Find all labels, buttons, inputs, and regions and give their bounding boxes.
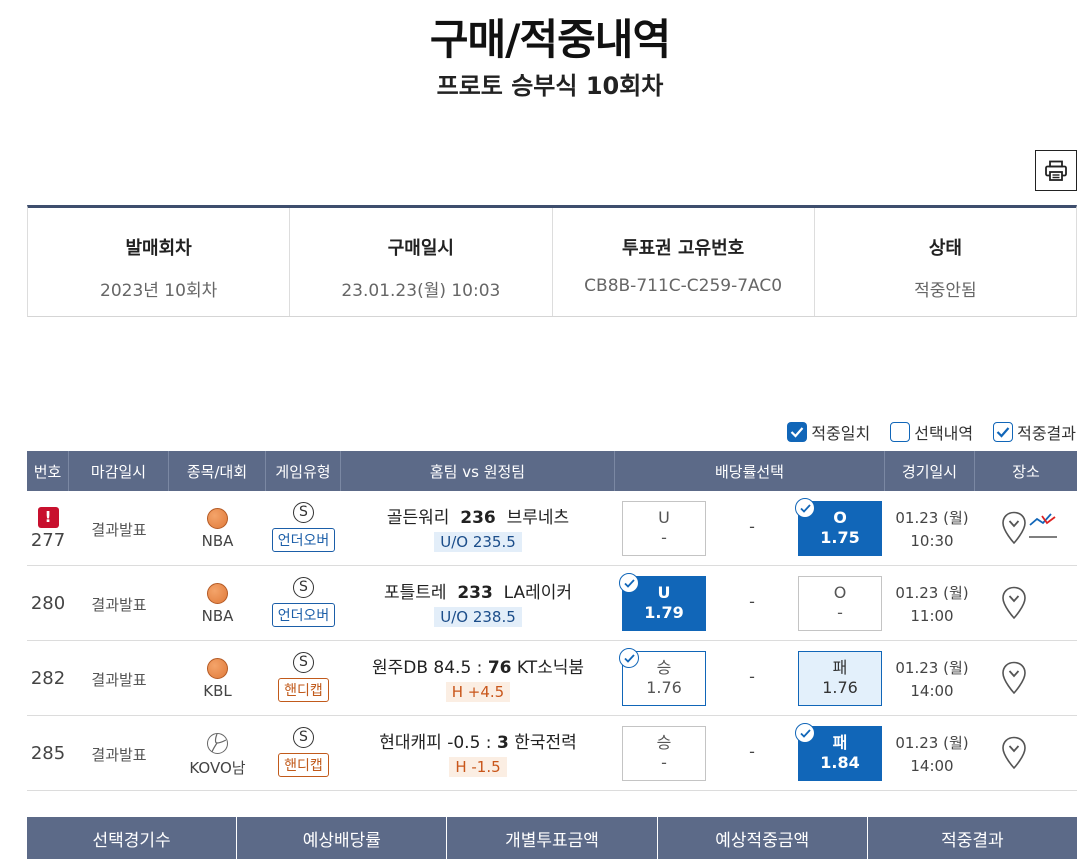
- game-date: 01.23 (월): [895, 509, 969, 527]
- line-badge: U/O 235.5: [434, 532, 522, 552]
- league: NBA: [201, 607, 234, 625]
- checkbox-checked-icon[interactable]: [787, 422, 808, 442]
- game-s-icon: S: [293, 577, 314, 598]
- filter-hit-result[interactable]: 적중결과: [993, 420, 1076, 444]
- game-s-icon: S: [293, 727, 314, 748]
- odds-option-under[interactable]: U -: [622, 501, 706, 556]
- location-pin-icon[interactable]: [1001, 511, 1027, 545]
- selected-check-icon: [795, 723, 815, 743]
- checkbox-unchecked-icon[interactable]: [890, 422, 911, 442]
- purchase-summary: 발매회차 2023년 10회차 구매일시 23.01.23(월) 10:03 투…: [27, 205, 1077, 317]
- page-subtitle: 프로토 승부식 10회차: [436, 72, 664, 100]
- game-type-badge: 언더오버: [271, 528, 336, 552]
- match: 골든워리 236 브루네츠: [386, 508, 570, 528]
- match: 포틀트레 233 LA레이커: [383, 583, 573, 603]
- col-selected-count: 선택경기수: [27, 817, 238, 859]
- location-pin-icon[interactable]: [1001, 586, 1027, 620]
- result-summary-header: 선택경기수 예상배당률 개별투표금액 예상적중금액 적중결과: [27, 817, 1077, 859]
- basketball-icon: [207, 658, 228, 679]
- selected-check-icon: [619, 573, 639, 593]
- game-s-icon: S: [293, 502, 314, 523]
- location-pin-icon[interactable]: [1001, 661, 1027, 695]
- summary-status: 상태 적중안됨: [914, 238, 977, 301]
- game-type-badge: 핸디캡: [278, 678, 329, 702]
- odds-option-win[interactable]: 승 1.76: [619, 648, 706, 706]
- match: 원주DB 84.5 : 76 KT소닉붐: [371, 658, 585, 678]
- col-number: 번호: [27, 451, 69, 491]
- col-bet-amount: 개별투표금액: [447, 817, 658, 859]
- odds-draw: -: [749, 667, 755, 686]
- deadline: 결과발표: [91, 746, 147, 764]
- odds-draw: -: [749, 517, 755, 536]
- summary-ticket-id: 투표권 고유번호 CB8B-711C-C259-7AC0: [553, 208, 815, 316]
- trend-chart-icon[interactable]: [1028, 511, 1058, 541]
- league: KBL: [203, 682, 232, 700]
- summary-round: 발매회차 2023년 10회차: [28, 208, 291, 316]
- filter-group: 적중일치 선택내역 적중결과: [787, 420, 1076, 444]
- league: KOVO남: [189, 759, 246, 777]
- deadline: 결과발표: [91, 596, 147, 614]
- table-row[interactable]: 280 결과발표 NBA S 언더오버 포틀트레 233 LA레이커 U/O 2…: [27, 566, 1077, 641]
- col-expected-payout: 예상적중금액: [658, 817, 868, 859]
- game-time: 14:00: [910, 757, 954, 775]
- game-number: 285: [30, 743, 66, 764]
- checkbox-outline-checked-icon[interactable]: [993, 422, 1014, 442]
- game-number: 282: [30, 668, 66, 689]
- table-row[interactable]: 285 결과발표 KOVO남 S 핸디캡 현대캐피 -0.5 : 3 한국전력 …: [27, 716, 1077, 791]
- odds-draw: -: [749, 592, 755, 611]
- game-time: 11:00: [910, 607, 954, 625]
- odds-option-over[interactable]: O -: [798, 576, 882, 631]
- game-type-badge: 핸디캡: [278, 753, 329, 777]
- odds-option-win[interactable]: 승 -: [622, 726, 706, 781]
- col-game-date: 경기일시: [885, 451, 975, 491]
- warning-icon: !: [37, 507, 59, 528]
- printer-icon: [1045, 160, 1067, 181]
- col-sport: 종목/대회: [169, 451, 266, 491]
- line-badge: U/O 238.5: [434, 607, 522, 627]
- col-game-type: 게임유형: [266, 451, 341, 491]
- basketball-icon: [207, 583, 228, 604]
- game-date: 01.23 (월): [895, 734, 969, 752]
- league: NBA: [201, 532, 234, 550]
- game-time: 14:00: [910, 682, 954, 700]
- filter-hit-match[interactable]: 적중일치: [787, 420, 870, 444]
- selected-check-icon: [619, 648, 639, 668]
- volleyball-icon: [207, 733, 228, 754]
- col-venue: 장소: [1012, 462, 1040, 481]
- summary-purchase-date: 구매일시 23.01.23(월) 10:03: [290, 208, 553, 316]
- table-row[interactable]: 282 결과발표 KBL S 핸디캡 원주DB 84.5 : 76 KT소닉붐 …: [27, 641, 1077, 716]
- location-pin-icon[interactable]: [1001, 736, 1027, 770]
- line-badge: H -1.5: [449, 757, 507, 777]
- col-odds: 배당률선택: [615, 451, 885, 491]
- page-title: 구매/적중내역: [429, 15, 671, 64]
- deadline: 결과발표: [91, 521, 147, 539]
- selected-check-icon: [795, 498, 815, 518]
- odds-option-over[interactable]: O 1.75: [795, 498, 882, 556]
- odds-option-loss[interactable]: 패 1.84: [795, 723, 882, 781]
- line-badge: H +4.5: [445, 682, 511, 702]
- game-number: 277: [30, 530, 66, 551]
- print-button[interactable]: [1035, 150, 1077, 191]
- game-type-badge: 언더오버: [271, 603, 336, 627]
- table-row[interactable]: ! 277 결과발표 NBA S 언더오버 골든워리 236 브루네츠 U/O …: [27, 491, 1077, 566]
- col-expected-odds: 예상배당률: [237, 817, 448, 859]
- games-table-header: 번호 마감일시 종목/대회 게임유형 홈팀 vs 원정팀 배당률선택 경기일시 …: [27, 451, 1077, 491]
- game-s-icon: S: [293, 652, 314, 673]
- col-hit-result: 적중결과: [941, 830, 1004, 851]
- basketball-icon: [207, 508, 228, 529]
- match: 현대캐피 -0.5 : 3 한국전력: [379, 733, 577, 753]
- game-number: 280: [30, 593, 66, 614]
- col-teams: 홈팀 vs 원정팀: [341, 451, 615, 491]
- col-deadline: 마감일시: [69, 451, 169, 491]
- odds-option-loss[interactable]: 패 1.76: [798, 651, 882, 706]
- game-date: 01.23 (월): [895, 659, 969, 677]
- odds-option-under[interactable]: U 1.79: [619, 573, 706, 631]
- game-date: 01.23 (월): [895, 584, 969, 602]
- deadline: 결과발표: [91, 671, 147, 689]
- filter-selection[interactable]: 선택내역: [890, 420, 973, 444]
- odds-draw: -: [749, 742, 755, 761]
- game-time: 10:30: [910, 532, 954, 550]
